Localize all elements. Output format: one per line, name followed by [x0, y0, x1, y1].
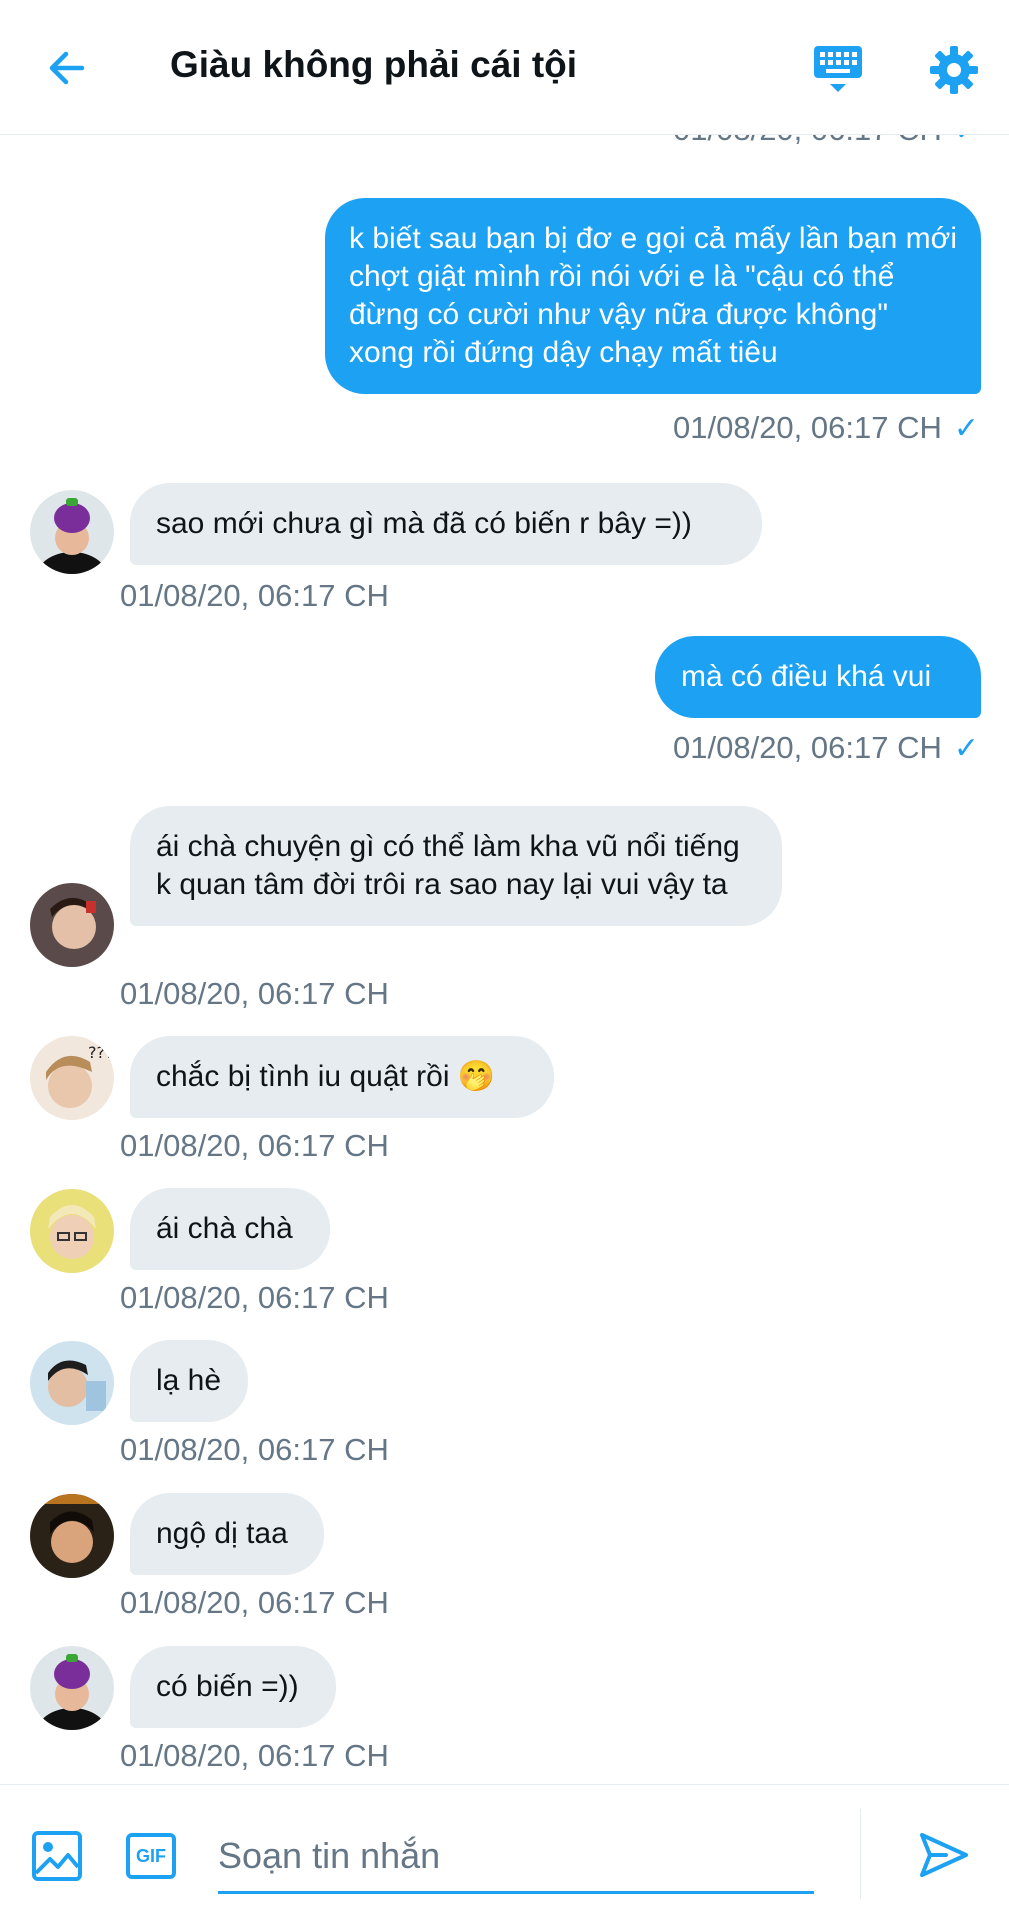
avatar[interactable]: [30, 1494, 114, 1578]
avatar[interactable]: [30, 1646, 114, 1730]
avatar[interactable]: [30, 883, 114, 967]
message-feed[interactable]: 01/08/20, 06:17 CH✓ k biết sau bạn bị đơ…: [0, 134, 1009, 1784]
avatar-blonde-glasses-icon: [30, 1189, 114, 1273]
avatar[interactable]: [30, 1341, 114, 1425]
add-media-button[interactable]: [30, 1829, 84, 1883]
settings-button[interactable]: [926, 42, 982, 98]
avatar-man-red-icon: [30, 883, 114, 967]
send-button[interactable]: [916, 1827, 972, 1883]
divider: [860, 1809, 861, 1899]
avatar-eggplant-hat-icon: [30, 490, 114, 574]
message-timestamp: 01/08/20, 06:17 CH✓: [673, 134, 979, 148]
message-bubble-outgoing[interactable]: mà có điều khá vui: [655, 636, 981, 718]
message-timestamp: 01/08/20, 06:17 CH: [120, 1738, 389, 1773]
message-timestamp: 01/08/20, 06:17 CH: [120, 578, 389, 613]
message-bubble-incoming[interactable]: ngộ dị taa: [130, 1493, 324, 1575]
arrow-left-icon: [49, 51, 85, 85]
message-composer: GIF: [0, 1784, 1009, 1921]
read-check-icon: ✓: [953, 732, 979, 765]
svg-text:???: ???: [88, 1043, 113, 1062]
read-check-icon: ✓: [953, 412, 979, 445]
message-timestamp: 01/08/20, 06:17 CH: [120, 1432, 389, 1467]
avatar-boy-dark-icon: [30, 1494, 114, 1578]
avatar[interactable]: [30, 490, 114, 574]
message-timestamp: 01/08/20, 06:17 CH: [120, 976, 389, 1011]
gif-button[interactable]: GIF: [126, 1833, 176, 1879]
back-button[interactable]: [40, 40, 96, 96]
keyboard-button[interactable]: [810, 42, 866, 98]
avatar[interactable]: ???: [30, 1036, 114, 1120]
conversation-header: Giàu không phải cái tội: [0, 0, 1009, 135]
message-bubble-incoming[interactable]: có biến =)): [130, 1646, 336, 1728]
avatar-boy-question-icon: ???: [30, 1036, 114, 1120]
avatar[interactable]: [30, 1189, 114, 1273]
read-check-icon: ✓: [954, 134, 979, 147]
message-bubble-incoming[interactable]: chắc bị tình iu quật rồi 🤭: [130, 1036, 554, 1118]
avatar-eggplant-hat-icon: [30, 1646, 114, 1730]
message-timestamp: 01/08/20, 06:17 CH: [120, 1128, 389, 1163]
message-input[interactable]: [218, 1821, 814, 1894]
message-bubble-incoming[interactable]: ái chà chà: [130, 1188, 330, 1270]
gear-icon: [930, 46, 978, 94]
message-bubble-incoming[interactable]: sao mới chưa gì mà đã có biến r bây =)): [130, 483, 762, 565]
message-timestamp: 01/08/20, 06:17 CH: [120, 1585, 389, 1620]
keyboard-icon: [814, 46, 862, 92]
message-timestamp: 01/08/20, 06:17 CH✓: [673, 410, 979, 445]
conversation-title: Giàu không phải cái tội: [170, 44, 578, 85]
message-bubble-outgoing[interactable]: k biết sau bạn bị đơ e gọi cả mấy lần bạ…: [325, 198, 981, 394]
image-icon: [32, 1831, 82, 1881]
send-icon: [920, 1833, 968, 1877]
message-timestamp: 01/08/20, 06:17 CH: [120, 1280, 389, 1315]
avatar-boy-blue-icon: [30, 1341, 114, 1425]
message-timestamp: 01/08/20, 06:17 CH✓: [673, 730, 979, 765]
message-bubble-incoming[interactable]: ái chà chuyện gì có thể làm kha vũ nổi t…: [130, 806, 782, 926]
message-bubble-incoming[interactable]: lạ hè: [130, 1340, 248, 1422]
